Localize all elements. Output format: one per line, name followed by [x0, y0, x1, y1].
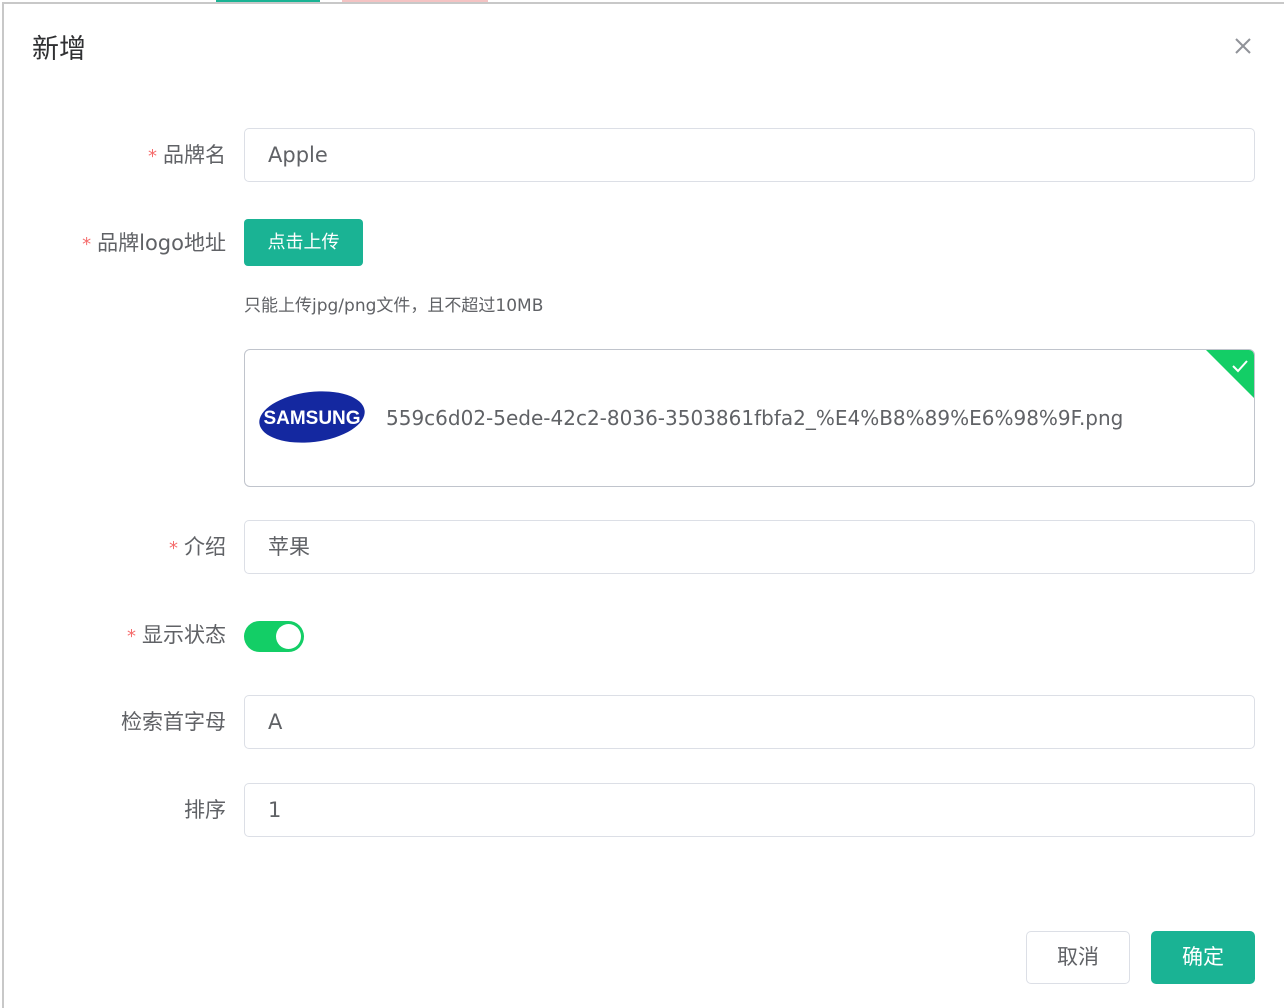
close-icon-glyph [1235, 38, 1251, 54]
description-label-text: 介绍 [184, 535, 226, 559]
show-status-label-text: 显示状态 [142, 623, 226, 647]
file-thumbnail: SAMSUNG [259, 388, 369, 448]
sort-label: 排序 [184, 795, 226, 825]
brand-name-input[interactable]: Apple [244, 128, 1255, 182]
description-label: * 介绍 [169, 532, 226, 564]
sort-input[interactable]: 1 [244, 783, 1255, 837]
upload-button[interactable]: 点击上传 [244, 219, 363, 266]
uploaded-file-name: 559c6d02-5ede-42c2-8036-3503861fbfa2_%E4… [386, 406, 1124, 430]
required-mark: * [127, 626, 136, 647]
show-status-switch[interactable] [244, 621, 304, 652]
required-mark: * [169, 538, 178, 559]
logo-label: * 品牌logo地址 [82, 228, 226, 260]
cancel-button[interactable]: 取消 [1026, 931, 1130, 984]
page: 新增 * 品牌名 Apple * 品牌logo地址 点击上传 只能上传jpg/png… [0, 0, 1284, 1008]
confirm-button[interactable]: 确定 [1151, 931, 1255, 984]
first-letter-label-text: 检索首字母 [121, 710, 226, 734]
required-mark: * [148, 146, 157, 167]
samsung-logo-thumbnail: SAMSUNG [259, 391, 365, 443]
show-status-label: * 显示状态 [127, 620, 226, 652]
brand-name-label: * 品牌名 [148, 140, 226, 172]
description-input[interactable]: 苹果 [244, 520, 1255, 574]
switch-knob [276, 624, 301, 649]
brand-name-label-text: 品牌名 [163, 143, 226, 167]
required-mark: * [82, 234, 92, 255]
sort-label-text: 排序 [184, 798, 226, 822]
check-icon [1206, 350, 1254, 398]
close-icon[interactable] [1229, 32, 1257, 60]
upload-tip: 只能上传jpg/png文件，且不超过10MB [244, 296, 544, 316]
logo-label-text: 品牌logo地址 [97, 231, 226, 255]
first-letter-label: 检索首字母 [121, 707, 226, 737]
dialog-title: 新增 [32, 34, 86, 65]
uploaded-file-item[interactable]: SAMSUNG 559c6d02-5ede-42c2-8036-3503861f… [244, 349, 1255, 487]
upload-success-check-icon [1206, 350, 1254, 398]
thumbnail-text: SAMSUNG [263, 408, 360, 429]
first-letter-input[interactable]: A [244, 695, 1255, 749]
